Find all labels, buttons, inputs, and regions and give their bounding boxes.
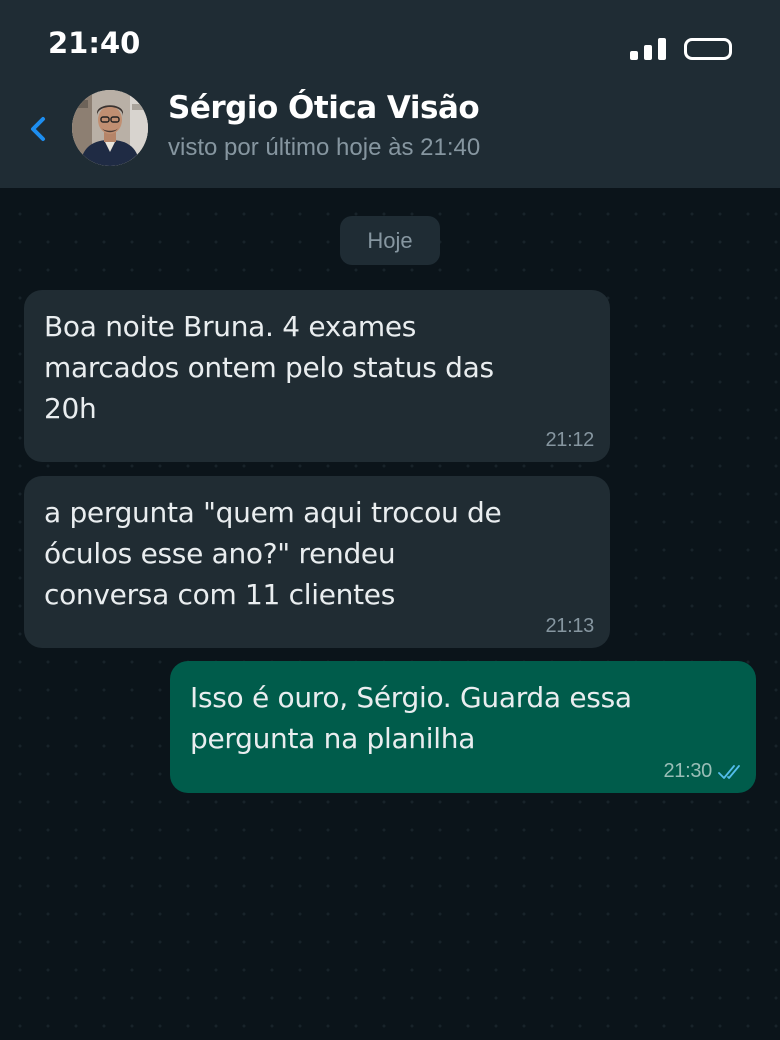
chat-header: Sérgio Ótica Visão visto por último hoje… xyxy=(0,82,780,188)
message-text: Boa noite Bruna. 4 exames marcados ontem… xyxy=(44,310,494,425)
message-bubble-incoming[interactable]: Boa noite Bruna. 4 exames marcados ontem… xyxy=(24,290,610,462)
contact-photo xyxy=(72,90,148,166)
status-time: 21:40 xyxy=(48,26,141,60)
double-check-read-icon xyxy=(718,765,740,779)
date-separator: Hoje xyxy=(340,216,440,265)
signal-bars-icon xyxy=(630,38,670,60)
last-seen-status: visto por último hoje às 21:40 xyxy=(168,134,481,161)
message-time: 21:12 xyxy=(545,429,594,451)
message-bubble-incoming[interactable]: a pergunta "quem aqui trocou de óculos e… xyxy=(24,476,610,648)
message-text: a pergunta "quem aqui trocou de óculos e… xyxy=(44,496,502,611)
chevron-left-icon xyxy=(31,117,45,141)
status-bar: 21:40 xyxy=(0,0,780,82)
message-bubble-outgoing[interactable]: Isso é ouro, Sérgio. Guarda essa pergunt… xyxy=(170,661,756,793)
battery-icon xyxy=(684,38,732,60)
back-button[interactable] xyxy=(22,112,56,146)
contact-name[interactable]: Sérgio Ótica Visão xyxy=(168,90,480,126)
message-text: Isso é ouro, Sérgio. Guarda essa pergunt… xyxy=(190,681,632,755)
message-list[interactable]: Hoje Boa noite Bruna. 4 exames marcados … xyxy=(0,188,780,1040)
message-time: 21:13 xyxy=(545,615,594,637)
message-time: 21:30 xyxy=(663,760,712,782)
avatar[interactable] xyxy=(72,90,148,166)
